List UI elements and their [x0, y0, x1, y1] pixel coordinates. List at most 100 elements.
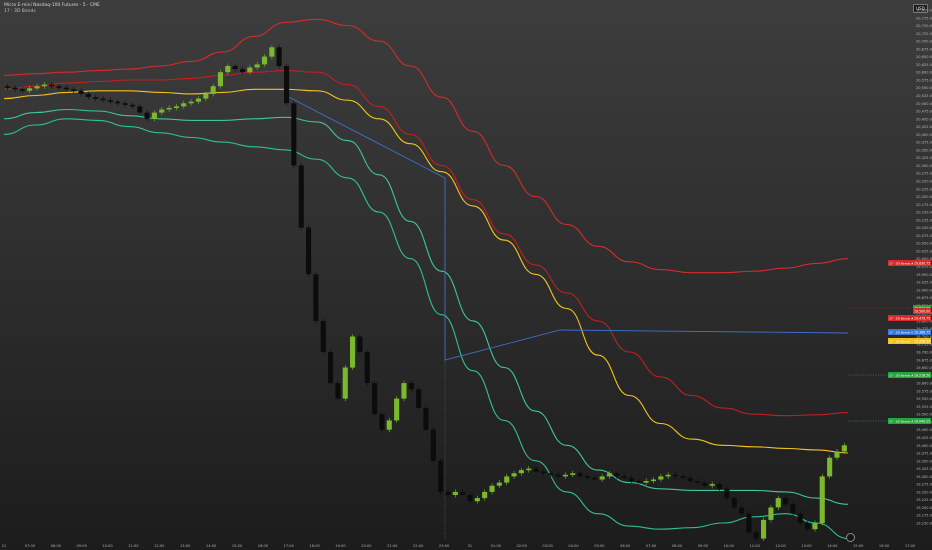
price-tick: 19,650.00 — [916, 366, 932, 370]
time-tick: 11:00 — [750, 544, 761, 548]
time-tick: 12:00 — [775, 544, 786, 548]
candle-body — [797, 513, 803, 523]
candle-body — [584, 476, 590, 478]
price-tick: 20,525.00 — [916, 94, 932, 98]
price-tick: 20,150.00 — [916, 211, 932, 215]
candle-body — [658, 476, 664, 480]
price-tick: 20,050.00 — [916, 242, 932, 246]
candle-body — [430, 429, 436, 461]
candle-body — [63, 87, 69, 90]
time-tick: 05:00 — [594, 544, 605, 548]
candle-body — [423, 408, 429, 430]
time-tick: 01:00 — [491, 544, 502, 548]
candle-body — [650, 479, 656, 482]
candle-body — [173, 106, 179, 108]
price-tick: 20,325.00 — [916, 156, 932, 160]
price-tick: 20,725.00 — [916, 32, 932, 36]
price-tick: 19,525.00 — [916, 405, 932, 409]
price-tick: 19,900.00 — [916, 288, 932, 292]
price-chart[interactable]: 20,800.00 20,775.00 20,750.00 20,725.00 20,7… — [0, 0, 932, 550]
candle-body — [599, 476, 605, 480]
band-extensions — [848, 307, 910, 422]
price-tick: 20,200.00 — [916, 195, 932, 199]
time-tick: 18:00 — [309, 544, 320, 548]
band-lines — [3, 18, 849, 540]
candle-body — [834, 451, 840, 458]
price-label-value: 19,386.75 — [914, 330, 930, 334]
candle-body — [122, 103, 128, 105]
candle-body — [357, 336, 363, 352]
candle-body — [526, 468, 532, 471]
candle-body — [335, 383, 341, 399]
price-tick: 20,650.00 — [916, 55, 932, 59]
candle-body — [210, 86, 216, 94]
candle-body — [386, 420, 392, 430]
price-label-name: 17 · 3D Bands — [889, 339, 911, 343]
time-tick: 20:00 — [361, 544, 372, 548]
candle-body — [181, 103, 187, 107]
gear-icon[interactable] — [846, 533, 855, 542]
candle-body — [379, 414, 385, 430]
price-tick: 19,175.00 — [916, 514, 932, 518]
candle-body — [709, 484, 715, 486]
price-axis: 20,800.00 20,775.00 20,750.00 20,725.00 20,7… — [916, 9, 932, 526]
time-tick: 06:00 — [620, 544, 631, 548]
time-tick: 10:00 — [102, 544, 113, 548]
candle-body — [19, 89, 25, 91]
time-tick: 21:00 — [387, 544, 398, 548]
price-tick: 19,150.00 — [916, 522, 932, 526]
time-tick: 12:00 — [154, 544, 165, 548]
price-tick: 19,350.00 — [916, 459, 932, 463]
time-tick: 02:00 — [517, 544, 528, 548]
candle-body — [452, 491, 458, 495]
candle-body — [489, 485, 495, 492]
candle-body — [27, 88, 33, 91]
price-tick: 20,700.00 — [916, 40, 932, 44]
time-tick: 11:00 — [128, 544, 139, 548]
candle-body — [56, 86, 62, 88]
time-tick: 16:00 — [258, 544, 269, 548]
price-tick: 20,500.00 — [916, 102, 932, 106]
price-label-value: 19,479.75 — [914, 316, 930, 320]
price-tick: 20,475.00 — [916, 110, 932, 114]
time-tick: 14:00 — [206, 544, 217, 548]
candle-body — [819, 476, 825, 523]
candle-body — [614, 473, 620, 477]
candle-body — [636, 481, 642, 483]
candle-body — [841, 445, 847, 452]
time-tick: 23:00 — [439, 544, 450, 548]
candle-body — [717, 484, 723, 489]
price-tick: 20,775.00 — [916, 16, 932, 20]
candle-body — [41, 84, 47, 87]
candle-body — [548, 473, 554, 475]
time-tick: 03:00 — [542, 544, 553, 548]
candle-body — [5, 86, 11, 88]
candle-body — [166, 107, 172, 110]
price-tick: 20,375.00 — [916, 141, 932, 145]
candle-body — [188, 101, 194, 104]
price-tick: 20,800.00 — [916, 9, 932, 13]
price-tick: 19,225.00 — [916, 498, 932, 502]
time-tick: 10:00 — [724, 544, 735, 548]
candle-body — [159, 109, 165, 113]
candle-body — [746, 513, 752, 533]
candle-body — [328, 352, 334, 384]
candle-body — [702, 482, 708, 486]
candle-body — [511, 473, 517, 477]
time-tick: 14:00 — [827, 544, 838, 548]
candle-body — [115, 101, 121, 104]
candle-body — [408, 383, 414, 390]
candle-body — [592, 477, 598, 480]
candle-body — [460, 491, 466, 495]
candle-body — [438, 460, 444, 492]
candle-body — [306, 227, 312, 275]
candle-body — [518, 470, 524, 474]
candle-body — [761, 519, 767, 539]
candle-body — [739, 507, 745, 514]
time-tick: 07:00 — [25, 544, 36, 548]
candle-body — [195, 98, 201, 102]
price-tick: 20,675.00 — [916, 47, 932, 51]
time-tick: 22:00 — [413, 544, 424, 548]
candle-body — [129, 104, 135, 107]
candle-body — [298, 165, 304, 228]
